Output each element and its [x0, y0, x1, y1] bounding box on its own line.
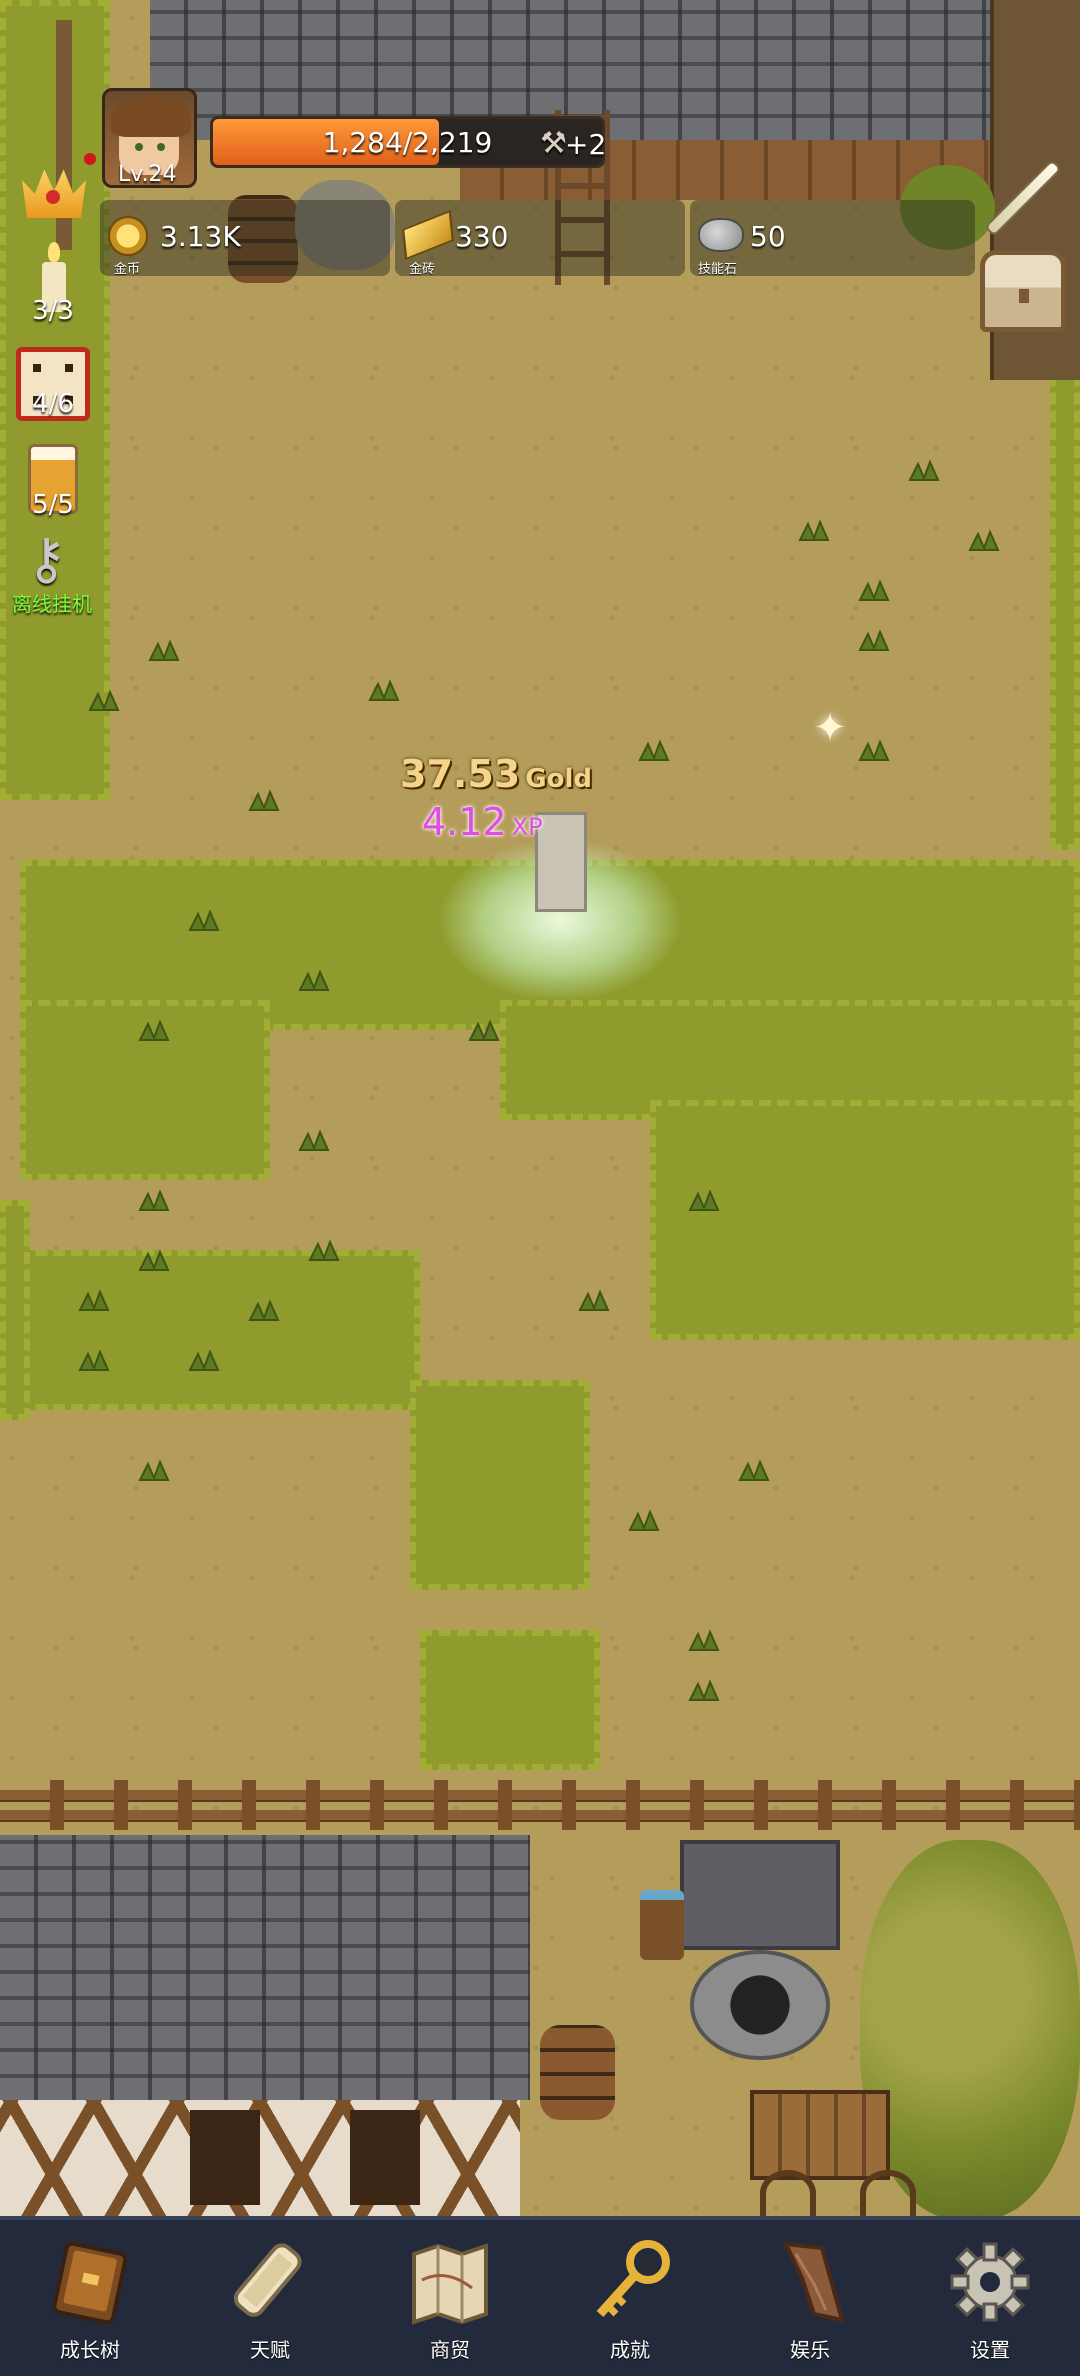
well-roof	[680, 1840, 840, 1950]
book-icon	[52, 2241, 128, 2325]
leaf-icon	[782, 2241, 845, 2323]
candle-button[interactable]: 3/3	[18, 242, 90, 332]
gold-value: 37.53	[400, 752, 521, 796]
tree	[860, 1840, 1080, 2220]
gear-icon	[950, 2242, 1030, 2322]
bottom-nav: 成长树 天赋 商贸 成就 娱乐 设置	[0, 2216, 1080, 2376]
floating-xp-text: 4.12 XP	[422, 800, 543, 844]
idle-button[interactable]: ⚷ 离线挂机	[6, 530, 116, 620]
resource-skill-stone[interactable]: 50 技能石	[690, 200, 975, 277]
xp-unit: XP	[511, 813, 543, 841]
nav-label-talent: 天赋	[250, 2338, 290, 2362]
player-level: Lv.24	[118, 162, 177, 187]
nav-item-achievement[interactable]: 成就	[540, 2220, 720, 2376]
fence	[0, 1780, 1080, 1830]
sparkle-icon: ✦	[813, 705, 847, 751]
nav-label-achievement: 成就	[610, 2338, 650, 2362]
skill-stone-label: 技能石	[698, 262, 738, 277]
scroll-icon	[233, 2243, 302, 2317]
skill-stone-icon	[698, 218, 744, 252]
gold-coin-value: 3.13K	[160, 220, 241, 253]
nav-item-talent[interactable]: 天赋	[180, 2220, 360, 2376]
gold-coin-label: 金币	[114, 262, 141, 277]
map-icon	[412, 2243, 488, 2325]
floating-gold-text: 37.53 Gold	[400, 752, 592, 796]
nav-label-trade: 商贸	[430, 2338, 470, 2362]
idle-key-icon: ⚷	[26, 527, 68, 592]
gold-bar-icon	[402, 209, 454, 261]
gold-coin-icon	[108, 216, 148, 256]
barrel	[540, 2025, 615, 2120]
nav-item-settings[interactable]: 设置	[900, 2220, 1080, 2376]
nav-item-growth-tree[interactable]: 成长树	[0, 2220, 180, 2376]
xp-value: 4.12	[422, 800, 507, 844]
bottom-building-wall	[0, 2100, 520, 2216]
idle-label: 离线挂机	[12, 592, 92, 616]
dice-count: 4/6	[32, 389, 74, 419]
gold-bar-value: 330	[455, 220, 509, 253]
nav-item-entertainment[interactable]: 娱乐	[720, 2220, 900, 2376]
cart-wheel	[760, 2170, 816, 2216]
skill-stone-value: 50	[750, 220, 786, 253]
nav-item-trade[interactable]: 商贸	[360, 2220, 540, 2376]
gold-unit: Gold	[525, 764, 593, 794]
cart	[750, 2090, 890, 2180]
resource-gold-bar[interactable]: 330 金砖	[395, 200, 685, 277]
gold-bar-label: 金砖	[409, 262, 436, 277]
treasure-chest-icon	[980, 250, 1066, 332]
bucket	[640, 1890, 684, 1960]
bottom-building-roof	[0, 1835, 530, 2100]
xp-bonus: +2	[565, 128, 607, 161]
beer-count: 5/5	[32, 490, 74, 520]
beer-button[interactable]: 5/5	[18, 442, 90, 532]
nav-label-entertainment: 娱乐	[790, 2338, 830, 2362]
well[interactable]	[690, 1950, 830, 2060]
bone-sword-icon[interactable]	[980, 150, 1062, 240]
nav-label-growth-tree: 成长树	[60, 2338, 120, 2362]
crown-button[interactable]	[18, 160, 90, 222]
treasure-chest-button[interactable]	[980, 250, 1066, 332]
key-icon	[596, 2240, 670, 2318]
resource-gold-coin[interactable]: 3.13K 金币	[100, 200, 390, 277]
candle-count: 3/3	[32, 296, 74, 326]
dice-button[interactable]: 4/6	[14, 345, 94, 425]
hammer-icon: ⚒	[540, 126, 567, 161]
nav-label-settings: 设置	[970, 2338, 1010, 2362]
cart-wheel	[860, 2170, 916, 2216]
